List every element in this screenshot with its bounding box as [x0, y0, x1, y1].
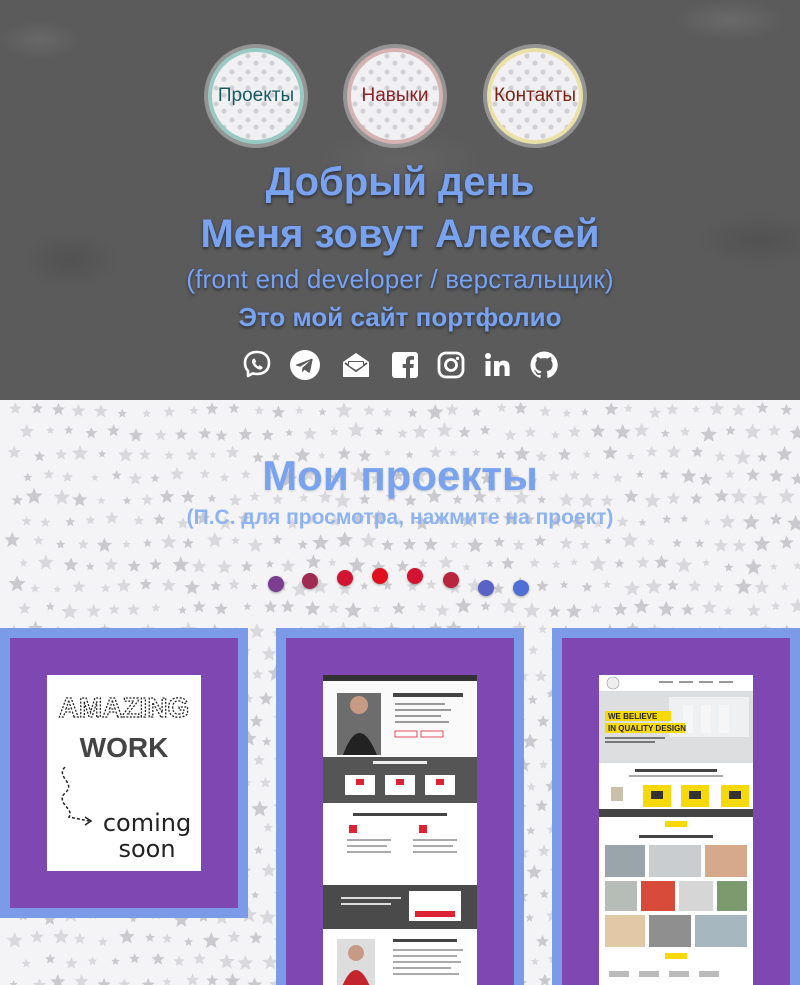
hero-role: (front end developer / верстальщик)	[186, 264, 614, 294]
projects-subtitle: (П.С. для просмотра, нажмите на проект)	[186, 506, 614, 529]
project-card-1[interactable]: AMAZING WORK coming soon	[0, 628, 248, 918]
carousel-dot-8[interactable]	[513, 580, 529, 596]
linkedin-icon[interactable]	[480, 348, 514, 382]
project-preview-quality-design: WE BELIEVE IN QUALITY DESIGN	[599, 675, 753, 985]
nav-contacts-button[interactable]: Контакты	[487, 48, 583, 144]
nav-projects-button[interactable]: Проекты	[208, 48, 304, 144]
carousel-dot-6[interactable]	[443, 572, 459, 588]
preview-banner-line1: WE BELIEVE	[608, 712, 658, 721]
hero-section: Проекты Навыки Контакты Добрый день Меня…	[0, 0, 800, 400]
hero-name: Меня зовут Алексей	[200, 212, 600, 256]
telegram-icon[interactable]	[288, 348, 322, 382]
nav-projects-label: Проекты	[217, 85, 295, 106]
hero-site-description: Это мой сайт портфолио	[238, 302, 562, 332]
nav-contacts-label: Контакты	[493, 85, 577, 106]
project-card-2[interactable]	[276, 628, 524, 985]
nav-skills-button[interactable]: Навыки	[347, 48, 443, 144]
project-preview-landing	[323, 675, 477, 985]
nav-skills-label: Навыки	[361, 85, 429, 106]
project-card-3[interactable]: WE BELIEVE IN QUALITY DESIGN	[552, 628, 800, 985]
hero-greeting: Добрый день	[265, 160, 535, 204]
coming-soon-line1: AMAZING	[59, 692, 190, 723]
coming-soon-line2: WORK	[80, 732, 169, 763]
project-preview-coming-soon: AMAZING WORK coming soon	[47, 675, 201, 871]
mail-icon[interactable]	[338, 348, 374, 382]
carousel-dot-5[interactable]	[407, 568, 423, 584]
projects-section: Мои проекты (П.С. для просмотра, нажмите…	[0, 400, 800, 985]
carousel-dot-2[interactable]	[302, 573, 318, 589]
facebook-icon[interactable]	[388, 348, 422, 382]
viber-icon[interactable]	[240, 348, 274, 382]
projects-title: Мои проекты	[262, 452, 538, 499]
carousel-dot-4[interactable]	[372, 568, 388, 584]
instagram-icon[interactable]	[434, 348, 468, 382]
github-icon[interactable]	[527, 348, 561, 382]
carousel-dot-1[interactable]	[268, 576, 284, 592]
coming-soon-line3: coming	[103, 809, 191, 837]
carousel-dot-3[interactable]	[337, 570, 353, 586]
carousel-dot-7[interactable]	[478, 580, 494, 596]
social-links	[240, 348, 560, 382]
preview-banner-line2: IN QUALITY DESIGN	[608, 724, 686, 733]
coming-soon-line4: soon	[118, 835, 175, 863]
